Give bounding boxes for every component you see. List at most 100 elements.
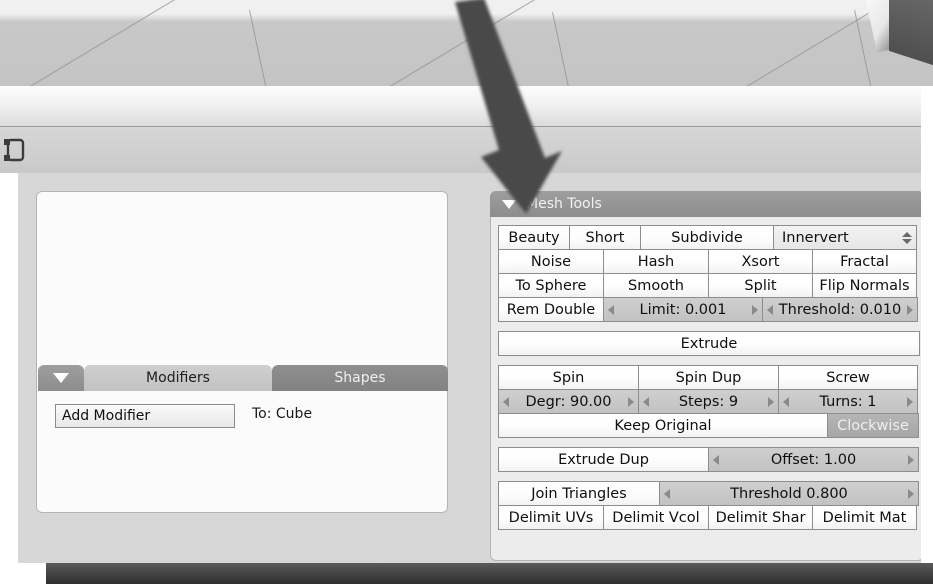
spin-row-cell-2[interactable]: Screw bbox=[778, 365, 918, 390]
delimit-row-cell-2[interactable]: Delimit Shar bbox=[708, 505, 813, 530]
grid-line bbox=[300, 0, 704, 86]
viewport-3d[interactable] bbox=[0, 0, 933, 86]
remdouble-row-cell-2[interactable]: Threshold: 0.010 bbox=[762, 297, 918, 322]
spin-params-row-cell-1[interactable]: Steps: 9 bbox=[638, 389, 779, 414]
spin-params-row-cell-0[interactable]: Degr: 90.00 bbox=[498, 389, 639, 414]
tosphere-row-cell-1[interactable]: Smooth bbox=[603, 273, 709, 298]
spin-row-label-1: Spin Dup bbox=[675, 369, 742, 386]
spin-params-row-label-2: Turns: 1 bbox=[819, 393, 877, 410]
panel-pin-icon[interactable] bbox=[2, 135, 28, 165]
triangle-right-icon[interactable] bbox=[768, 396, 774, 407]
triangle-down-icon[interactable] bbox=[502, 199, 516, 209]
subdivide-row-cell-2[interactable]: Subdivide bbox=[640, 225, 774, 250]
spin-flags-row-cell-0[interactable]: Keep Original bbox=[498, 413, 828, 438]
noise-row-label-0: Noise bbox=[530, 253, 572, 270]
tosphere-row-label-0: To Sphere bbox=[515, 277, 587, 294]
extrudedup-row-cell-1[interactable]: Offset: 1.00 bbox=[708, 447, 919, 472]
tab-modifiers[interactable]: Modifiers bbox=[84, 365, 272, 391]
delimit-row-label-1: Delimit Vcol bbox=[612, 509, 700, 526]
extrudedup-row-label-0: Extrude Dup bbox=[558, 451, 649, 468]
extrudedup-row: Extrude Dup Offset: 1.00 bbox=[498, 447, 920, 472]
mesh-tools-title: Mesh Tools bbox=[526, 196, 602, 212]
modifiers-tab-row: Modifiers Shapes bbox=[38, 365, 448, 391]
tosphere-row-cell-0[interactable]: To Sphere bbox=[498, 273, 604, 298]
grid-line bbox=[552, 12, 595, 86]
spin-flags-row-cell-1[interactable]: Clockwise bbox=[827, 413, 919, 438]
panel-collapse-toggle[interactable] bbox=[38, 365, 84, 391]
tab-shapes-label: Shapes bbox=[334, 370, 386, 386]
right-edge-gutter bbox=[921, 86, 933, 564]
remdouble-row-cell-0[interactable]: Rem Double bbox=[498, 297, 604, 322]
triangle-right-icon[interactable] bbox=[628, 396, 634, 407]
grid-line bbox=[249, 10, 292, 86]
spin-params-row: Degr: 90.00 Steps: 9 Turns: 1 bbox=[498, 389, 920, 414]
subdivide-row-cell-3[interactable]: Innervert bbox=[773, 225, 917, 250]
remdouble-row-label-1: Limit: 0.001 bbox=[639, 301, 727, 318]
buttons-window: M Modifiers Shapes Add Modifier To: Cube… bbox=[0, 173, 933, 584]
subdivide-row-label-3: Innervert bbox=[782, 229, 849, 246]
remdouble-row-label-0: Rem Double bbox=[506, 301, 596, 318]
extrude-row-label-0: Extrude bbox=[680, 335, 738, 352]
triangle-right-icon[interactable] bbox=[907, 396, 913, 407]
grid-line bbox=[0, 0, 351, 86]
triangle-right-icon[interactable] bbox=[908, 454, 914, 465]
spin-flags-row: Keep Original Clockwise bbox=[498, 413, 920, 438]
delimit-row-label-2: Delimit Shar bbox=[715, 509, 806, 526]
jointriangles-row-cell-1[interactable]: Threshold 0.800 bbox=[659, 481, 919, 506]
tab-shapes[interactable]: Shapes bbox=[272, 365, 448, 391]
subdivide-row-label-0: Beauty bbox=[508, 229, 560, 246]
spin-params-row-label-0: Degr: 90.00 bbox=[525, 393, 612, 410]
jointriangles-row: Join Triangles Threshold 0.800 bbox=[498, 481, 920, 506]
modifiers-panel bbox=[36, 191, 448, 513]
jointriangles-row-cell-0[interactable]: Join Triangles bbox=[498, 481, 660, 506]
spin-params-row-label-1: Steps: 9 bbox=[678, 393, 739, 410]
extrudedup-row-label-1: Offset: 1.00 bbox=[770, 451, 857, 468]
left-edge-gutter bbox=[0, 173, 18, 563]
mesh-tools-header[interactable]: Mesh Tools bbox=[490, 191, 924, 217]
tosphere-row-cell-3[interactable]: Flip Normals bbox=[812, 273, 917, 298]
tosphere-row: To Sphere Smooth Split Flip Normals bbox=[498, 273, 920, 298]
extrudedup-row-cell-0[interactable]: Extrude Dup bbox=[498, 447, 709, 472]
delimit-row-label-3: Delimit Mat bbox=[822, 509, 907, 526]
noise-row-cell-3[interactable]: Fractal bbox=[812, 249, 917, 274]
delimit-row-cell-1[interactable]: Delimit Vcol bbox=[603, 505, 709, 530]
subdivide-row-cell-1[interactable]: Short bbox=[569, 225, 641, 250]
spin-row-label-0: Spin bbox=[552, 369, 585, 386]
tosphere-row-cell-2[interactable]: Split bbox=[708, 273, 813, 298]
spin-row-label-2: Screw bbox=[826, 369, 870, 386]
remdouble-row-cell-1[interactable]: Limit: 0.001 bbox=[603, 297, 763, 322]
delimit-row-cell-3[interactable]: Delimit Mat bbox=[812, 505, 917, 530]
triangle-right-icon[interactable] bbox=[907, 304, 913, 315]
noise-row: Noise Hash Xsort Fractal bbox=[498, 249, 920, 274]
window-bottom-edge bbox=[0, 563, 933, 584]
noise-row-cell-1[interactable]: Hash bbox=[603, 249, 709, 274]
viewport-header: Edit Mode bbox=[0, 86, 933, 207]
modifier-target-label: To: Cube bbox=[252, 406, 313, 422]
noise-row-label-3: Fractal bbox=[840, 253, 889, 270]
delimit-row-cell-0[interactable]: Delimit UVs bbox=[498, 505, 604, 530]
extrude-row-cell-0[interactable]: Extrude bbox=[498, 331, 920, 356]
noise-row-cell-0[interactable]: Noise bbox=[498, 249, 604, 274]
spin-row-cell-1[interactable]: Spin Dup bbox=[638, 365, 779, 390]
remdouble-row-label-2: Threshold: 0.010 bbox=[778, 301, 902, 318]
extrude-row: Extrude bbox=[498, 331, 920, 356]
triangle-right-icon[interactable] bbox=[908, 488, 914, 499]
subdivide-row-cell-0[interactable]: Beauty bbox=[498, 225, 570, 250]
tosphere-row-label-1: Smooth bbox=[628, 277, 684, 294]
remdouble-row: Rem Double Limit: 0.001 Threshold: 0.010 bbox=[498, 297, 920, 322]
add-modifier-button[interactable]: Add Modifier bbox=[55, 404, 235, 428]
triangle-right-icon[interactable] bbox=[752, 304, 758, 315]
tosphere-row-label-3: Flip Normals bbox=[819, 277, 910, 294]
spin-params-row-cell-2[interactable]: Turns: 1 bbox=[778, 389, 918, 414]
spin-row-cell-0[interactable]: Spin bbox=[498, 365, 639, 390]
subdivide-row: Beauty Short Subdivide Innervert bbox=[498, 225, 920, 250]
noise-row-label-1: Hash bbox=[637, 253, 675, 270]
noise-row-label-2: Xsort bbox=[741, 253, 780, 270]
subdivide-row-label-1: Short bbox=[585, 229, 625, 246]
jointriangles-row-label-1: Threshold 0.800 bbox=[730, 485, 848, 502]
updown-arrows-icon[interactable] bbox=[902, 231, 912, 244]
noise-row-cell-2[interactable]: Xsort bbox=[708, 249, 813, 274]
delimit-row: Delimit UVs Delimit Vcol Delimit Shar Delim… bbox=[498, 505, 920, 530]
subdivide-row-label-2: Subdivide bbox=[671, 229, 743, 246]
spin-row: Spin Spin Dup Screw bbox=[498, 365, 920, 390]
